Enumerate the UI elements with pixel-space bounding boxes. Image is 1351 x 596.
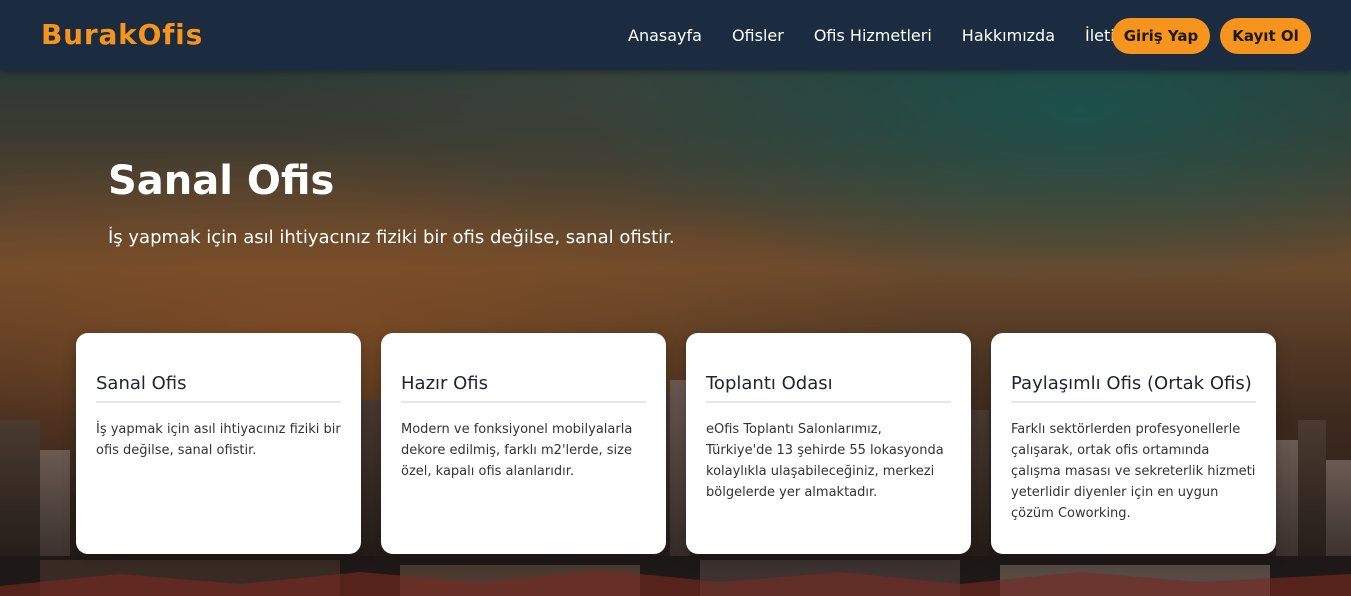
card-title: Toplantı Odası [706, 373, 951, 403]
nav-links: Anasayfa Ofisler Ofis Hizmetleri Hakkımı… [628, 0, 1143, 70]
top-navbar: BurakOfis Anasayfa Ofisler Ofis Hizmetle… [0, 0, 1351, 70]
card-description: Farklı sektörlerden profesyonellerle çal… [1011, 422, 1256, 521]
brand-logo[interactable]: BurakOfis [41, 18, 203, 51]
card-title: Paylaşımlı Ofis (Ortak Ofis) [1011, 373, 1256, 403]
card-description: eOfis Toplantı Salonlarımız, Türkiye'de … [706, 422, 944, 500]
service-card-hazir-ofis[interactable]: Hazır Ofis Modern ve fonksiyonel mobilya… [381, 333, 666, 554]
service-card-paylasimli-ofis[interactable]: Paylaşımlı Ofis (Ortak Ofis) Farklı sekt… [991, 333, 1276, 554]
card-description: Modern ve fonksiyonel mobilyalarla dekor… [401, 422, 633, 479]
card-title: Sanal Ofis [96, 373, 341, 403]
nav-link-ofisler[interactable]: Ofisler [732, 26, 784, 45]
hero-subtitle: İş yapmak için asıl ihtiyacınız fiziki b… [108, 227, 675, 248]
hero-title: Sanal Ofis [108, 158, 335, 204]
signup-button[interactable]: Kayıt Ol [1220, 18, 1311, 54]
nav-link-hakkimizda[interactable]: Hakkımızda [962, 26, 1055, 45]
service-card-sanal-ofis[interactable]: Sanal Ofis İş yapmak için asıl ihtiyacın… [76, 333, 361, 554]
service-card-toplanti-odasi[interactable]: Toplantı Odası eOfis Toplantı Salonlarım… [686, 333, 971, 554]
nav-link-anasayfa[interactable]: Anasayfa [628, 26, 702, 45]
nav-link-ofis-hizmetleri[interactable]: Ofis Hizmetleri [814, 26, 932, 45]
login-button[interactable]: Giriş Yap [1112, 18, 1210, 54]
card-description: İş yapmak için asıl ihtiyacınız fiziki b… [96, 422, 341, 458]
card-title: Hazır Ofis [401, 373, 646, 403]
